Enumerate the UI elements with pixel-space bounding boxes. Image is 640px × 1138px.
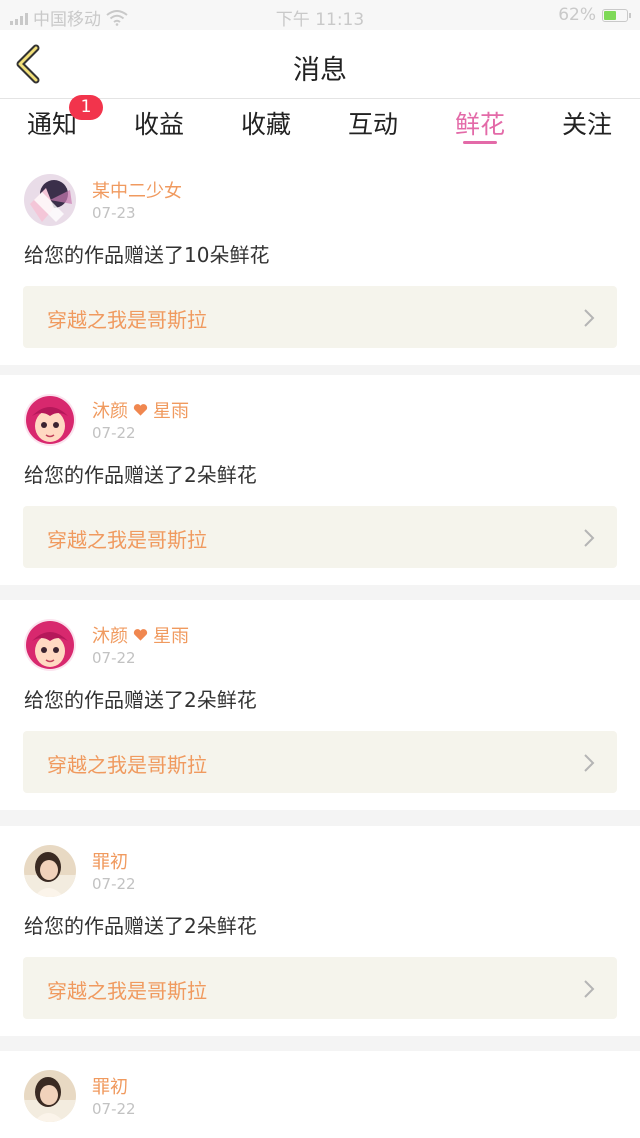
clock: 下午 11:13 [275, 10, 365, 30]
flower-message-card: 罪初 07-22 给您的作品赠送了2朵鲜花 穿越之我是哥斯拉 [0, 826, 640, 1036]
page-title: 消息 [293, 55, 347, 86]
heart-icon [133, 629, 148, 641]
tab-label: 通知 [26, 110, 77, 139]
message-date: 07-22 [92, 649, 136, 667]
tab-label: 鲜花 [454, 110, 505, 139]
flower-message-card: 沐颜 星雨 07-22 给您的作品赠送了2朵鲜花 穿越之我是哥斯拉 [0, 375, 640, 585]
navigation-bar: 消息 [0, 30, 640, 99]
message-date: 07-22 [92, 424, 136, 442]
photo-avatar-icon[interactable] [24, 1070, 76, 1122]
tab-label: 关注 [561, 110, 612, 139]
sender-name-text: 沐颜 [92, 401, 128, 422]
message-date: 07-23 [92, 204, 136, 222]
chevron-right-icon [584, 754, 595, 772]
message-text: 给您的作品赠送了2朵鲜花 [24, 463, 257, 487]
flower-message-card: 罪初 07-22 [0, 1051, 640, 1138]
cartoon-girl-avatar-icon[interactable] [24, 394, 76, 446]
work-title: 穿越之我是哥斯拉 [47, 308, 207, 332]
sender-name-text: 沐颜 [92, 626, 128, 647]
chevron-right-icon [584, 309, 595, 327]
battery-percent: 62% [558, 5, 596, 25]
sender-name[interactable]: 罪初 [92, 848, 128, 874]
partner-name-text: 星雨 [153, 401, 189, 422]
heart-icon [133, 404, 148, 416]
message-text: 给您的作品赠送了10朵鲜花 [24, 243, 270, 267]
tab-interactions[interactable]: 互动 [328, 105, 418, 141]
sender-name-text: 罪初 [92, 1077, 128, 1098]
message-text: 给您的作品赠送了2朵鲜花 [24, 914, 257, 938]
sender-name[interactable]: 沐颜 星雨 [92, 397, 189, 423]
work-title: 穿越之我是哥斯拉 [47, 979, 207, 1003]
message-date: 07-22 [92, 1100, 136, 1118]
tab-following[interactable]: 关注 [542, 105, 632, 141]
tab-label: 互动 [347, 110, 398, 139]
chevron-right-icon [584, 529, 595, 547]
active-tab-indicator [463, 141, 497, 144]
message-text: 给您的作品赠送了2朵鲜花 [24, 688, 257, 712]
flower-message-card: 沐颜 星雨 07-22 给您的作品赠送了2朵鲜花 穿越之我是哥斯拉 [0, 600, 640, 810]
sender-name[interactable]: 沐颜 星雨 [92, 622, 189, 648]
flower-message-card: 某中二少女 07-23 给您的作品赠送了10朵鲜花 穿越之我是哥斯拉 [0, 155, 640, 365]
sender-name-text: 某中二少女 [92, 181, 182, 202]
sender-name-text: 罪初 [92, 852, 128, 873]
chevron-right-icon [584, 980, 595, 998]
work-link[interactable]: 穿越之我是哥斯拉 [23, 957, 617, 1019]
battery-icon [602, 8, 631, 22]
cartoon-girl-avatar-icon[interactable] [24, 619, 76, 671]
tab-favorites[interactable]: 收藏 [221, 105, 311, 141]
work-link[interactable]: 穿越之我是哥斯拉 [23, 286, 617, 348]
tab-notifications[interactable]: 通知 1 [7, 95, 103, 141]
work-link[interactable]: 穿越之我是哥斯拉 [23, 731, 617, 793]
anime-girl-avatar-icon[interactable] [24, 174, 76, 226]
work-title: 穿越之我是哥斯拉 [47, 753, 207, 777]
work-link[interactable]: 穿越之我是哥斯拉 [23, 506, 617, 568]
notification-badge: 1 [69, 95, 103, 120]
message-date: 07-22 [92, 875, 136, 893]
work-title: 穿越之我是哥斯拉 [47, 528, 207, 552]
photo-avatar-icon[interactable] [24, 845, 76, 897]
tab-label: 收益 [133, 110, 184, 139]
status-bar: 中国移动 下午 11:13 62% [0, 0, 640, 30]
tab-label: 收藏 [240, 110, 291, 139]
tab-flowers[interactable]: 鲜花 [435, 105, 525, 141]
sender-name[interactable]: 罪初 [92, 1073, 128, 1099]
tab-bar: 通知 1 收益 收藏 互动 鲜花 关注 [0, 95, 640, 155]
partner-name-text: 星雨 [153, 626, 189, 647]
sender-name[interactable]: 某中二少女 [92, 177, 182, 203]
tab-earnings[interactable]: 收益 [114, 105, 204, 141]
